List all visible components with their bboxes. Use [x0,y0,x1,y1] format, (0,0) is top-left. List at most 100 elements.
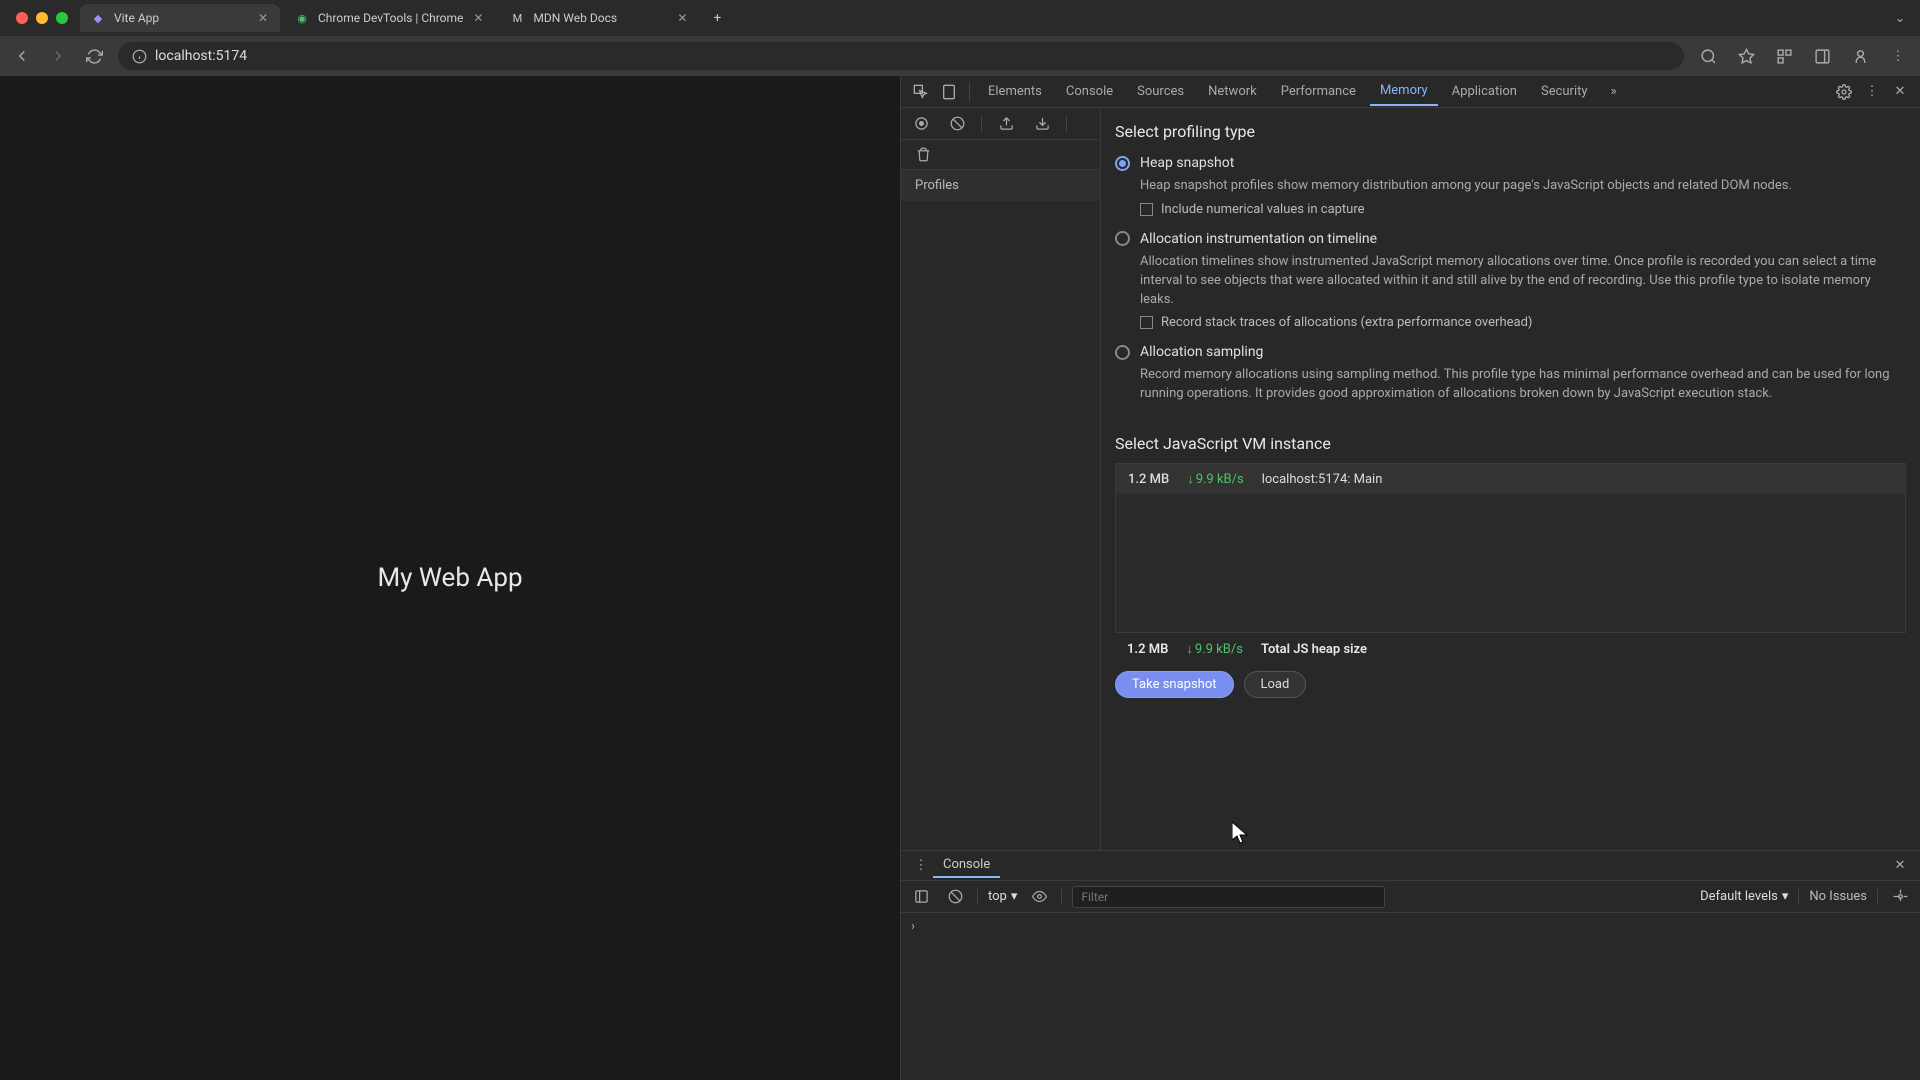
vm-total-row: 1.2 MB 9.9 kB/s Total JS heap size [1101,633,1920,665]
vm-instance-list: 1.2 MB 9.9 kB/s localhost:5174: Main [1115,463,1906,633]
tab-console[interactable]: Console [1056,78,1123,105]
radio-heap-snapshot[interactable] [1115,156,1130,171]
console-drawer: ⋮ Console ✕ top ▾ Default levels [901,850,1920,1080]
search-icon[interactable] [1696,44,1720,68]
record-icon[interactable] [909,112,933,136]
browser-toolbar: localhost:5174 ⋮ [0,36,1920,76]
sidepanel-icon[interactable] [1810,44,1834,68]
console-settings-icon[interactable] [1888,885,1912,909]
more-tabs-icon[interactable]: » [1602,80,1626,104]
chrome-favicon-icon: ◉ [294,10,310,26]
inspect-icon[interactable] [909,80,933,104]
vite-favicon-icon: ◆ [90,10,106,26]
tab-title: Chrome DevTools | Chrome [318,11,463,25]
forward-button[interactable] [46,44,70,68]
new-tab-button[interactable]: + [703,4,731,32]
url-text: localhost:5174 [155,48,247,64]
checkbox-stack-traces[interactable] [1140,316,1153,329]
vm-rate: 9.9 kB/s [1187,471,1244,487]
drawer-tab-console[interactable]: Console [933,853,1000,878]
option-label[interactable]: Allocation instrumentation on timeline [1140,231,1377,247]
console-filter-input[interactable] [1072,886,1385,908]
tab-performance[interactable]: Performance [1271,78,1366,105]
total-size: 1.2 MB [1127,642,1168,657]
context-label: top [988,889,1007,904]
tab-bar: ◆ Vite App ✕ ◉ Chrome DevTools | Chrome … [0,0,1920,36]
radio-allocation-sampling[interactable] [1115,345,1130,360]
checkbox-include-numerical[interactable] [1140,203,1153,216]
close-devtools-icon[interactable]: ✕ [1888,80,1912,104]
tab-sources[interactable]: Sources [1127,78,1194,105]
total-label: Total JS heap size [1261,642,1367,657]
profile-icon[interactable] [1848,44,1872,68]
profiling-type-title: Select profiling type [1101,108,1920,151]
clear-icon[interactable] [945,112,969,136]
context-selector[interactable]: top ▾ [988,889,1017,904]
site-info-icon[interactable] [132,49,147,64]
option-heap-snapshot: Heap snapshot Heap snapshot profiles sho… [1101,151,1920,227]
checkbox-label[interactable]: Record stack traces of allocations (extr… [1161,315,1532,330]
drawer-menu-icon[interactable]: ⋮ [909,854,933,878]
address-bar[interactable]: localhost:5174 [118,42,1684,70]
vm-instance-row[interactable]: 1.2 MB 9.9 kB/s localhost:5174: Main [1116,464,1905,494]
memory-sidebar: Profiles [901,108,1101,850]
chevron-down-icon: ▾ [1782,889,1789,904]
log-levels-selector[interactable]: Default levels ▾ [1700,889,1788,904]
back-button[interactable] [10,44,34,68]
settings-icon[interactable] [1832,80,1856,104]
close-drawer-icon[interactable]: ✕ [1888,854,1912,878]
checkbox-label[interactable]: Include numerical values in capture [1161,202,1365,217]
issues-count[interactable]: No Issues [1809,889,1867,904]
download-icon[interactable] [1030,112,1054,136]
maximize-window-button[interactable] [56,12,68,24]
mdn-favicon-icon: M [509,10,525,26]
memory-main: Select profiling type Heap snapshot Heap… [1101,108,1920,850]
bookmark-icon[interactable] [1734,44,1758,68]
browser-tab-vite[interactable]: ◆ Vite App ✕ [80,4,280,32]
tab-application[interactable]: Application [1442,78,1527,105]
option-description: Record memory allocations using sampling… [1140,366,1906,404]
browser-tab-mdn[interactable]: M MDN Web Docs ✕ [499,4,699,32]
option-description: Allocation timelines show instrumented J… [1140,253,1906,310]
toggle-sidebar-icon[interactable] [909,885,933,909]
live-expression-icon[interactable] [1027,885,1051,909]
tab-security[interactable]: Security [1531,78,1598,105]
chevron-down-icon: ▾ [1011,889,1018,904]
upload-icon[interactable] [994,112,1018,136]
clear-console-icon[interactable] [943,885,967,909]
console-output[interactable]: › [901,913,1920,1080]
vm-size: 1.2 MB [1128,472,1169,487]
gc-icon[interactable] [911,143,935,167]
tab-network[interactable]: Network [1198,78,1267,105]
vm-name: localhost:5174: Main [1262,472,1383,487]
device-toggle-icon[interactable] [937,80,961,104]
tab-title: Vite App [114,11,248,25]
levels-label: Default levels [1700,889,1778,904]
kebab-menu-icon[interactable]: ⋮ [1860,80,1884,104]
option-allocation-sampling: Allocation sampling Record memory alloca… [1101,340,1920,420]
option-label[interactable]: Allocation sampling [1140,344,1263,360]
browser-tab-devtools[interactable]: ◉ Chrome DevTools | Chrome ✕ [284,4,495,32]
option-description: Heap snapshot profiles show memory distr… [1140,177,1906,196]
tab-memory[interactable]: Memory [1370,77,1438,106]
close-tab-icon[interactable]: ✕ [471,11,485,25]
close-tab-icon[interactable]: ✕ [256,11,270,25]
console-prompt-icon: › [911,919,915,934]
close-tab-icon[interactable]: ✕ [675,11,689,25]
extensions-icon[interactable] [1772,44,1796,68]
window-controls [8,12,76,24]
option-allocation-timeline: Allocation instrumentation on timeline A… [1101,227,1920,341]
take-snapshot-button[interactable]: Take snapshot [1115,671,1234,698]
page-heading: My Web App [377,563,522,593]
reload-button[interactable] [82,44,106,68]
tab-title: MDN Web Docs [533,11,667,25]
chevron-down-icon[interactable]: ⌄ [1888,6,1912,30]
option-label[interactable]: Heap snapshot [1140,155,1234,171]
close-window-button[interactable] [16,12,28,24]
minimize-window-button[interactable] [36,12,48,24]
devtools-panel: Elements Console Sources Network Perform… [900,76,1920,1080]
radio-allocation-timeline[interactable] [1115,231,1130,246]
menu-icon[interactable]: ⋮ [1886,44,1910,68]
tab-elements[interactable]: Elements [978,78,1052,105]
load-button[interactable]: Load [1244,671,1307,698]
